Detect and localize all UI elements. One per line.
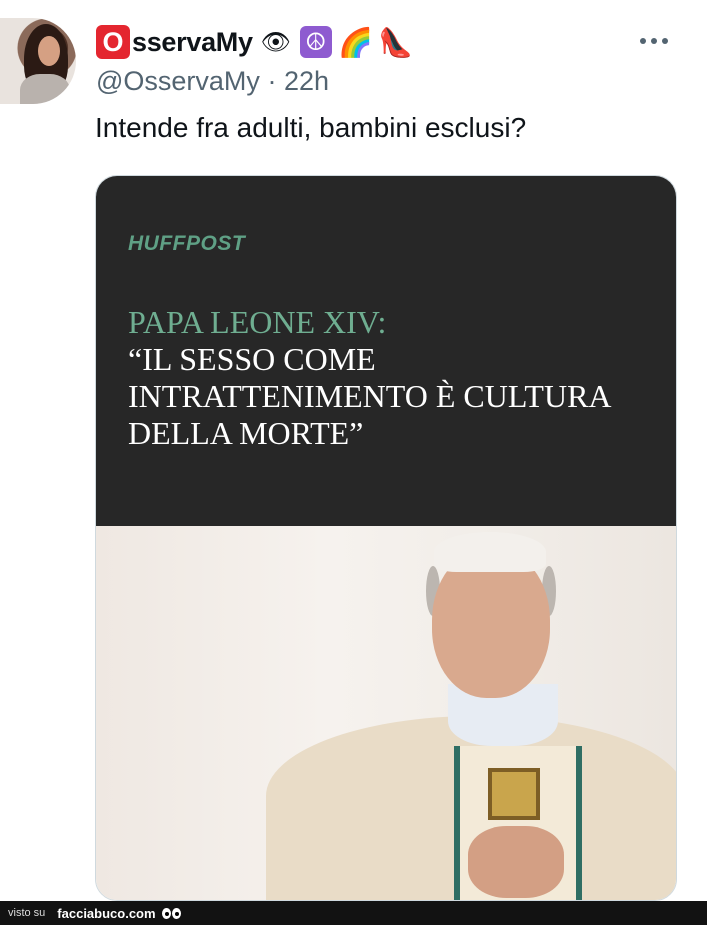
eyes-logo-icon	[161, 907, 181, 919]
avatar-body	[20, 74, 70, 104]
photo-gold-emblem	[488, 768, 540, 820]
media-card[interactable]: HUFFPOST PAPA LEONE XIV: “IL SESSO COME …	[95, 175, 677, 901]
eye-emoji-icon: 👁	[260, 28, 291, 56]
name-badge-o: O	[96, 25, 130, 59]
display-name[interactable]: sservaMy	[132, 27, 253, 58]
timestamp[interactable]: 22h	[284, 66, 329, 96]
headline-line-2: “IL SESSO COME INTRATTENIMENTO È CULTURA…	[128, 341, 610, 451]
more-dot	[651, 38, 657, 44]
more-dot	[640, 38, 646, 44]
eye-right	[171, 907, 181, 919]
avatar-face	[38, 36, 60, 66]
high-heel-emoji-icon: 👠	[378, 26, 414, 58]
author-name-row[interactable]: O sservaMy 👁 ☮ 🌈 👠	[96, 22, 413, 62]
handle-row: @OsservaMy · 22h	[96, 66, 329, 97]
photo-hands	[468, 826, 564, 898]
photo-zucchetto	[434, 532, 546, 572]
visto-su-label: visto su	[8, 907, 46, 919]
site-name[interactable]: facciabuco.com	[57, 906, 155, 921]
more-options-icon[interactable]	[640, 36, 676, 46]
more-dot	[662, 38, 668, 44]
card-headline-panel: HUFFPOST PAPA LEONE XIV: “IL SESSO COME …	[96, 176, 676, 526]
separator-dot: ·	[267, 66, 277, 96]
watermark-footer: visto su facciabuco.com	[0, 901, 707, 925]
handle[interactable]: @OsservaMy	[96, 66, 260, 96]
headline-line-1: PAPA LEONE XIV:	[128, 304, 387, 340]
profile-avatar[interactable]	[0, 18, 76, 104]
tweet-text: Intende fra adulti, bambini esclusi?	[95, 112, 527, 143]
eye-left	[161, 907, 171, 919]
rainbow-emoji-icon: 🌈	[338, 26, 374, 58]
pope-photo	[96, 526, 676, 900]
publisher-logo: HUFFPOST	[128, 232, 246, 255]
peace-emoji-icon: ☮	[299, 25, 333, 59]
